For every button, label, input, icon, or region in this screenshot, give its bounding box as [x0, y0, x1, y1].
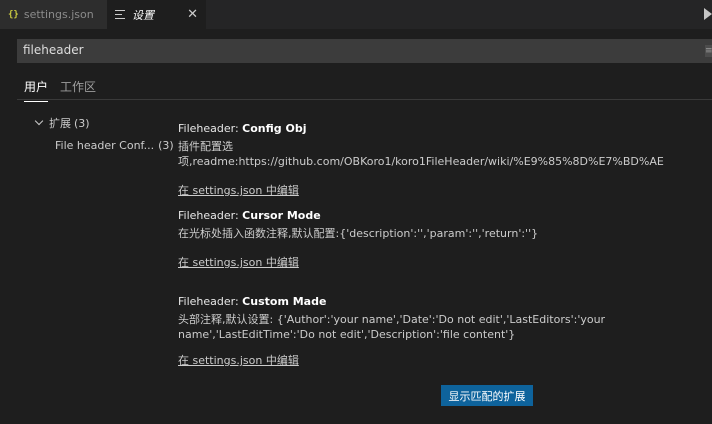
setting-description: 插件配置选项,readme:https://github.com/OBKoro1…: [178, 140, 664, 168]
setting-custom-made: Fileheader: Custom Made 头部注释,默认设置: {'Aut…: [178, 295, 698, 368]
search-value: fileheader: [23, 43, 84, 57]
setting-title: Fileheader: Custom Made: [178, 295, 698, 308]
setting-description: 在光标处插入函数注释,默认配置:{'description':'','param…: [178, 227, 539, 240]
toc-item-file-header[interactable]: File header Conf... (3): [34, 136, 174, 154]
run-icon[interactable]: [704, 8, 712, 20]
toc-group-label: 扩展: [49, 117, 71, 130]
tab-label: 设置: [132, 8, 154, 22]
setting-config-obj: Fileheader: Config Obj 插件配置选项,readme:htt…: [178, 122, 698, 198]
chevron-down-icon: [34, 116, 44, 126]
settings-toc: 扩展 (3) File header Conf... (3): [34, 114, 174, 154]
edit-in-settings-json-link[interactable]: 在 settings.json 中编辑: [178, 352, 299, 368]
setting-category: Fileheader:: [178, 295, 243, 308]
json-braces-icon: {}: [8, 9, 19, 20]
toc-group-extensions[interactable]: 扩展 (3): [34, 114, 174, 132]
show-matching-extensions-button[interactable]: 显示匹配的扩展: [441, 385, 533, 406]
setting-description: 头部注释,默认设置: {'Author':'your name','Date':…: [178, 313, 606, 341]
filter-icon[interactable]: ≡: [705, 45, 712, 57]
tab-settings-json[interactable]: {} settings.json: [0, 0, 107, 29]
setting-title: Fileheader: Cursor Mode: [178, 209, 698, 222]
setting-name: Config Obj: [242, 122, 307, 135]
divider: [17, 99, 712, 100]
setting-name: Custom Made: [242, 295, 327, 308]
settings-search-input[interactable]: fileheader ≡: [17, 39, 712, 63]
tab-settings[interactable]: 设置 ✕: [107, 0, 206, 29]
setting-cursor-mode: Fileheader: Cursor Mode 在光标处插入函数注释,默认配置:…: [178, 209, 698, 270]
settings-list-icon: [115, 10, 125, 19]
toc-group-count: (3): [74, 116, 90, 130]
setting-category: Fileheader:: [178, 209, 243, 222]
toc-item-count: (3): [158, 138, 174, 152]
setting-name: Cursor Mode: [242, 209, 321, 222]
close-icon[interactable]: ✕: [187, 7, 198, 22]
edit-in-settings-json-link[interactable]: 在 settings.json 中编辑: [178, 254, 299, 270]
editor-tab-bar: {} settings.json 设置 ✕: [0, 0, 712, 29]
edit-in-settings-json-link[interactable]: 在 settings.json 中编辑: [178, 182, 299, 198]
setting-title: Fileheader: Config Obj: [178, 122, 698, 135]
tab-label: settings.json: [23, 8, 94, 21]
setting-category: Fileheader:: [178, 122, 243, 135]
toc-item-label: File header Conf...: [55, 138, 155, 152]
